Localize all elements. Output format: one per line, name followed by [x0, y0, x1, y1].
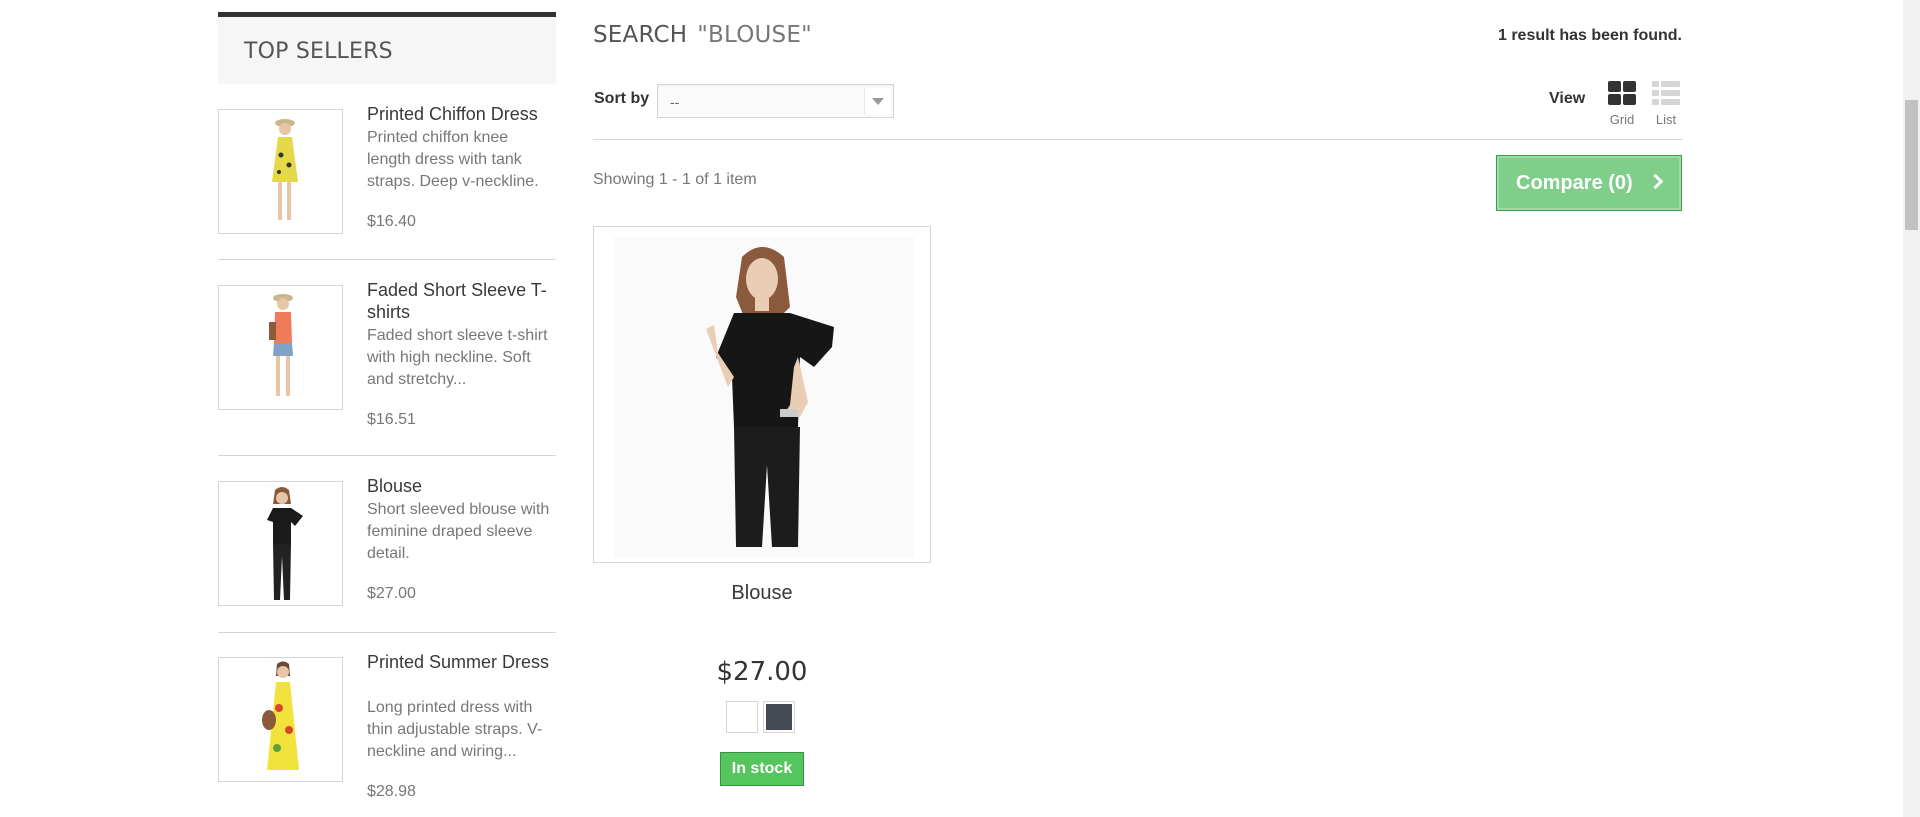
top-seller-price: $27.00: [367, 585, 416, 602]
chevron-right-icon: [1647, 173, 1664, 190]
product-image-icon: [272, 119, 298, 220]
product-thumbnail[interactable]: [218, 109, 343, 234]
grid-view-button[interactable]: Grid: [1600, 80, 1644, 127]
compare-label: Compare (0): [1516, 172, 1633, 194]
top-seller-name[interactable]: Printed Summer Dress: [367, 651, 556, 673]
top-sellers-header: TOP SELLERS: [218, 12, 556, 84]
product-image-icon: [269, 294, 293, 396]
search-query: "BLOUSE": [697, 22, 812, 48]
result-count: 1 result has been found.: [1497, 27, 1682, 44]
top-sellers-title[interactable]: TOP SELLERS: [244, 39, 393, 64]
sort-value: --: [670, 94, 680, 110]
swatch-fill: [729, 704, 755, 730]
showing-count: Showing 1 - 1 of 1 item: [593, 171, 757, 188]
product-thumbnail[interactable]: [218, 657, 343, 782]
product-image-icon: [262, 661, 299, 770]
search-label: SEARCH: [593, 22, 688, 48]
divider: [218, 632, 556, 633]
top-seller-description: Faded short sleeve t-shirt with high nec…: [367, 327, 548, 388]
product-name[interactable]: Blouse: [593, 582, 931, 605]
top-seller-description: Short sleeved blouse with feminine drape…: [367, 501, 550, 562]
top-seller-price: $16.40: [367, 213, 416, 230]
sort-label: Sort by: [594, 90, 650, 107]
product-thumbnail[interactable]: [218, 285, 343, 410]
top-seller-price: $28.98: [367, 783, 416, 800]
compare-button[interactable]: Compare (0): [1496, 155, 1682, 211]
top-seller-price: $16.51: [367, 411, 416, 428]
divider: [218, 455, 556, 456]
top-seller-description: Long printed dress with thin adjustable …: [367, 699, 543, 760]
divider: [218, 259, 556, 260]
list-icon: [1652, 81, 1680, 105]
top-sellers-block: TOP SELLERS: [218, 12, 556, 84]
scrollbar[interactable]: [1903, 0, 1920, 817]
stock-badge: In stock: [720, 752, 804, 786]
product-image[interactable]: [593, 226, 931, 563]
page-title: SEARCH "BLOUSE": [593, 22, 812, 48]
grid-view-label: Grid: [1609, 112, 1635, 127]
view-label: View: [1549, 90, 1586, 107]
sort-select[interactable]: --: [657, 84, 894, 118]
swatch-fill: [766, 704, 792, 730]
top-seller-name[interactable]: Printed Chiffon Dress: [367, 103, 556, 125]
product-image-icon: [267, 487, 303, 600]
color-swatch-white[interactable]: [726, 701, 758, 733]
list-view-button[interactable]: List: [1644, 80, 1688, 127]
list-view-label: List: [1655, 112, 1677, 127]
scrollbar-thumb[interactable]: [1905, 100, 1918, 230]
top-seller-description: Printed chiffon knee length dress with t…: [367, 129, 539, 190]
color-swatch-dark-grey[interactable]: [763, 701, 795, 733]
top-seller-name[interactable]: Blouse: [367, 475, 556, 497]
product-thumbnail[interactable]: [218, 481, 343, 606]
chevron-down-icon[interactable]: [864, 88, 890, 114]
top-seller-name[interactable]: Faded Short Sleeve T-shirts: [367, 279, 556, 323]
toolbar-divider: [593, 139, 1682, 140]
grid-icon: [1608, 81, 1636, 105]
product-price: $27.00: [716, 657, 808, 687]
blouse-product-icon: [614, 237, 914, 557]
